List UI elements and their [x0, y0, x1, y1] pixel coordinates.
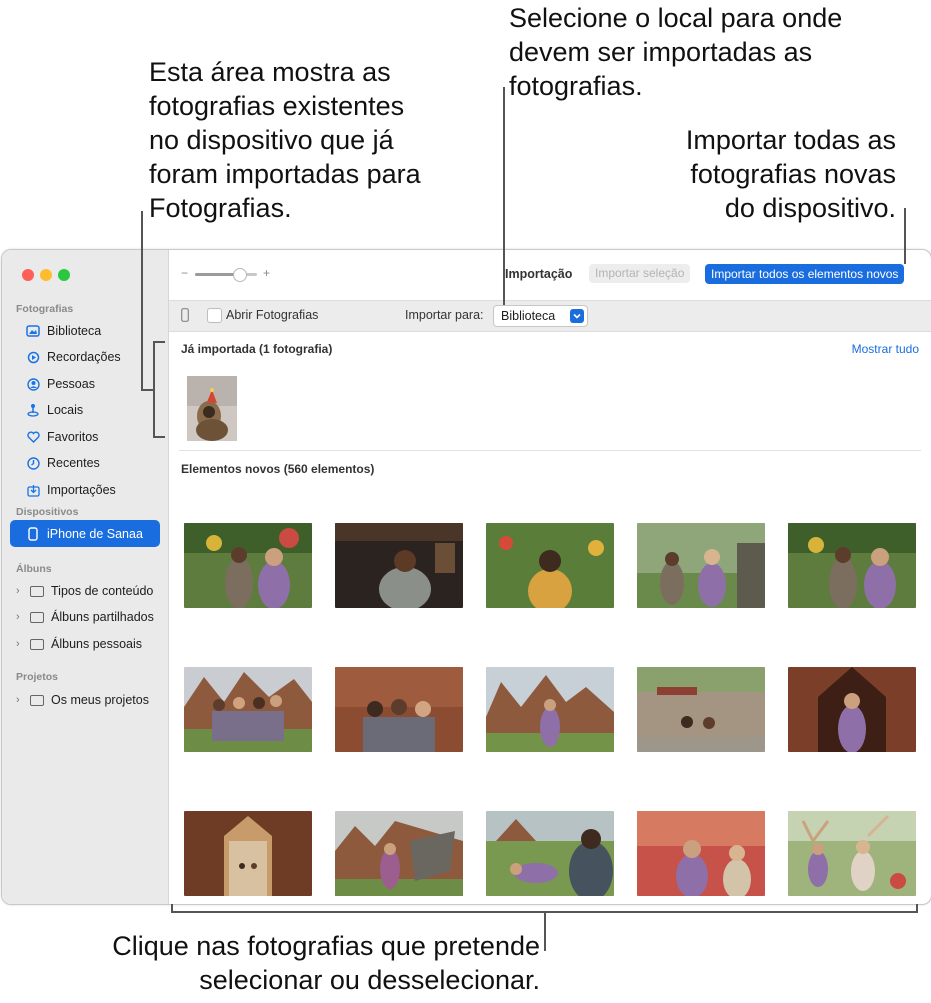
sidebar-section-albums: Álbuns [16, 563, 52, 575]
sidebar-item-label: Os meus projetos [51, 693, 149, 707]
new-photo-thumbnail[interactable] [335, 811, 463, 896]
sidebar: Fotografias Biblioteca Recordações Pesso… [2, 250, 169, 904]
heart-icon [26, 430, 40, 444]
callout-bracket [916, 904, 918, 913]
folder-icon [30, 585, 44, 597]
sidebar-item-label: Tipos de conteúdo [51, 584, 154, 598]
window-title: Importação [505, 267, 573, 281]
new-photo-thumbnail[interactable] [788, 811, 916, 896]
zoom-in-icon[interactable]: + [263, 266, 270, 280]
sidebar-item-label: Recordações [47, 350, 121, 364]
new-photo-thumbnail[interactable] [184, 523, 312, 608]
import-destination-value: Biblioteca [501, 309, 556, 323]
sidebar-item-favorites[interactable]: Favoritos [10, 424, 160, 450]
sidebar-item-shared-albums[interactable]: › Álbuns partilhados [10, 606, 170, 628]
folder-icon [30, 638, 44, 650]
callout-bracket [153, 341, 165, 343]
callout-bracket [153, 436, 165, 438]
chevron-right-icon[interactable]: › [16, 585, 26, 597]
clock-icon [26, 456, 40, 470]
new-photo-thumbnail[interactable] [637, 667, 765, 752]
sidebar-item-imports[interactable]: Importações [10, 477, 160, 503]
sidebar-item-label: Importações [47, 483, 116, 497]
callout-line [544, 911, 546, 951]
import-selection-button[interactable]: Importar seleção [589, 264, 691, 283]
zoom-out-icon[interactable]: − [181, 266, 188, 280]
sidebar-item-label: Álbuns pessoais [51, 637, 143, 651]
sidebar-item-label: Biblioteca [47, 324, 102, 338]
iphone-icon [181, 308, 189, 322]
import-to-label: Importar para: [405, 308, 484, 322]
iphone-icon [26, 526, 40, 541]
toolbar: − + Importação Importar seleção Importar… [169, 250, 931, 300]
section-divider [179, 450, 921, 451]
sidebar-item-label: Pessoas [47, 377, 95, 391]
zoom-window-button[interactable] [58, 269, 70, 281]
sidebar-item-library[interactable]: Biblioteca [10, 318, 160, 344]
new-photo-thumbnail[interactable] [335, 667, 463, 752]
sidebar-section-photos: Fotografias [16, 303, 74, 315]
new-photo-thumbnail[interactable] [486, 523, 614, 608]
import-all-new-button[interactable]: Importar todos os elementos novos [705, 264, 905, 284]
new-photo-thumbnail[interactable] [637, 523, 765, 608]
import-destination-select[interactable]: Biblioteca [493, 305, 588, 327]
new-photo-thumbnail[interactable] [335, 523, 463, 608]
callout-line [904, 208, 906, 264]
sidebar-item-people[interactable]: Pessoas [10, 371, 160, 397]
callout-bracket [171, 904, 173, 913]
minimize-window-button[interactable] [40, 269, 52, 281]
import-bar: Abrir Fotografias Importar para: Bibliot… [169, 300, 931, 332]
new-photo-thumbnail[interactable] [637, 811, 765, 896]
sidebar-item-device[interactable]: iPhone de Sanaa [10, 520, 160, 547]
sidebar-item-media-types[interactable]: › Tipos de conteúdo [10, 580, 170, 602]
new-photo-thumbnail[interactable] [486, 667, 614, 752]
new-items-title: Elementos novos (560 elementos) [181, 462, 375, 476]
sidebar-item-memories[interactable]: Recordações [10, 344, 160, 370]
callout-bracket [153, 341, 155, 437]
new-photo-thumbnail[interactable] [184, 667, 312, 752]
show-all-link[interactable]: Mostrar tudo [852, 342, 919, 356]
zoom-slider[interactable] [195, 268, 257, 282]
sidebar-item-label: Favoritos [47, 430, 99, 444]
people-icon [26, 377, 40, 391]
chevron-down-icon [570, 309, 584, 323]
zoom-slider-knob[interactable] [233, 268, 247, 282]
already-imported-photo[interactable] [187, 376, 237, 441]
already-imported-title: Já importada (1 fotografia) [181, 342, 333, 356]
sidebar-item-my-albums[interactable]: › Álbuns pessoais [10, 633, 170, 655]
new-photo-thumbnail[interactable] [788, 523, 916, 608]
callout-import-destination: Selecione o local para onde devem ser im… [509, 3, 843, 101]
chevron-right-icon[interactable]: › [16, 638, 26, 650]
sidebar-item-label: Locais [47, 403, 84, 417]
sidebar-item-label: Álbuns partilhados [51, 610, 154, 624]
close-window-button[interactable] [22, 269, 34, 281]
new-photo-thumbnail[interactable] [486, 811, 614, 896]
chevron-right-icon[interactable]: › [16, 694, 26, 706]
library-icon [26, 324, 40, 338]
memories-icon [26, 350, 40, 364]
open-photos-checkbox[interactable] [207, 308, 222, 323]
callout-already-imported: Esta área mostra as fotografias existent… [149, 57, 421, 223]
sidebar-section-devices: Dispositivos [16, 506, 79, 518]
folder-icon [30, 694, 44, 706]
import-icon [26, 483, 40, 497]
sidebar-item-places[interactable]: Locais [10, 397, 160, 423]
sidebar-section-projects: Projetos [16, 671, 59, 683]
shared-albums-icon [30, 611, 44, 623]
callout-line [503, 87, 505, 305]
sidebar-item-label: iPhone de Sanaa [47, 526, 143, 541]
callout-line [141, 211, 143, 390]
callout-select-photos: Clique nas fotografias que pretende sele… [112, 931, 540, 995]
callout-line [141, 389, 153, 391]
callout-import-all: Importar todas as fotografias novas do d… [685, 125, 896, 223]
sidebar-item-my-projects[interactable]: › Os meus projetos [10, 689, 170, 711]
main-content: − + Importação Importar seleção Importar… [169, 250, 931, 904]
sidebar-item-label: Recentes [47, 456, 100, 470]
sidebar-item-recents[interactable]: Recentes [10, 450, 160, 476]
open-photos-label: Abrir Fotografias [226, 308, 319, 322]
new-photo-thumbnail[interactable] [184, 811, 312, 896]
places-icon [26, 403, 40, 417]
new-photo-thumbnail[interactable] [788, 667, 916, 752]
chevron-right-icon[interactable]: › [16, 611, 26, 623]
